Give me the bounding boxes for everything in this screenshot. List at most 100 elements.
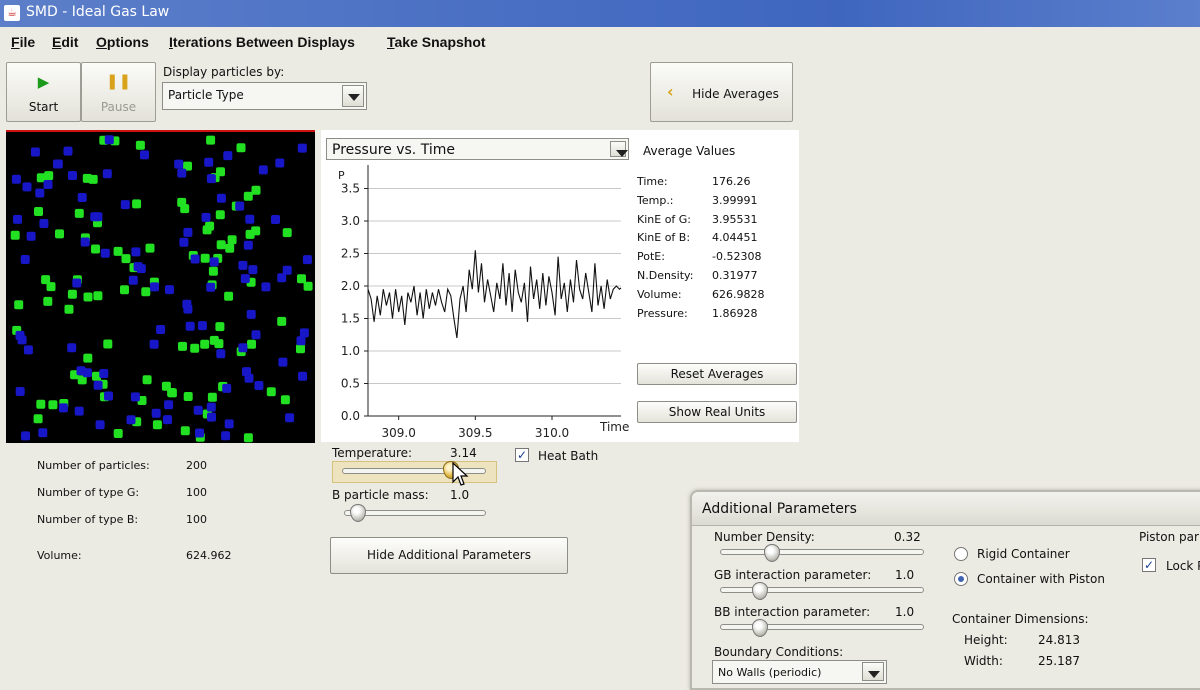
gb-interaction-slider[interactable] — [720, 587, 924, 593]
heat-bath-checkbox[interactable]: ✓ — [515, 448, 529, 462]
particle-type-b — [67, 343, 77, 353]
particle-type-g — [190, 343, 200, 353]
particles-layer — [10, 135, 313, 443]
reset-averages-button[interactable]: Reset Averages — [637, 363, 797, 385]
gb-interaction-value: 1.0 — [895, 568, 915, 582]
particle-type-b — [216, 349, 226, 359]
play-icon: ▶ — [37, 73, 50, 91]
particle-type-g — [243, 191, 253, 201]
piston-parameters-label: Piston par — [1139, 530, 1199, 544]
particle-type-b — [130, 392, 140, 402]
particle-type-b — [150, 282, 159, 292]
pause-button[interactable]: ❚❚ Pause — [81, 62, 156, 122]
particle-type-b — [120, 200, 130, 210]
particle-type-b — [197, 321, 207, 331]
window-title: SMD - Ideal Gas Law — [26, 4, 170, 20]
bb-interaction-label: BB interaction parameter: — [714, 605, 871, 619]
particle-type-b — [240, 274, 250, 284]
particle-type-b — [216, 193, 226, 203]
bb-interaction-value: 1.0 — [895, 605, 915, 619]
start-label: Start — [28, 100, 59, 114]
particle-simulation-canvas — [6, 130, 315, 443]
y-tick-label: 3.0 — [341, 214, 360, 228]
hide-averages-button[interactable]: ‹ Hide Averages — [650, 62, 793, 122]
boundary-conditions-value: No Walls (periodic) — [718, 666, 822, 679]
menu-iterations-between-displays[interactable]: Iterations Between Displays — [169, 34, 355, 50]
particle-type-g — [215, 210, 225, 220]
b-particle-mass-slider-thumb[interactable] — [350, 504, 367, 522]
particle-type-b — [183, 304, 193, 314]
particle-type-b — [164, 400, 174, 410]
menu-file[interactable]: File — [11, 34, 35, 50]
temperature-label: Temperature: — [332, 446, 413, 460]
stat-value: 100 — [186, 486, 207, 499]
start-button[interactable]: ▶ Start — [6, 62, 81, 122]
particle-type-b — [275, 158, 285, 168]
particle-type-g — [243, 433, 253, 443]
particle-type-b — [30, 147, 40, 157]
particle-type-g — [152, 420, 162, 430]
show-real-units-button[interactable]: Show Real Units — [637, 401, 797, 423]
number-density-value: 0.32 — [894, 530, 921, 544]
particle-type-b — [58, 403, 68, 413]
menu-options[interactable]: Options — [96, 34, 149, 50]
particle-type-g — [103, 339, 113, 349]
average-values-title: Average Values — [643, 144, 736, 158]
y-tick-label: 0.5 — [341, 377, 360, 391]
particle-type-b — [156, 325, 166, 334]
display-particles-by-label: Display particles by: — [163, 65, 285, 79]
boundary-conditions-label: Boundary Conditions: — [714, 645, 844, 659]
particle-type-b — [251, 330, 261, 340]
b-particle-mass-label: B particle mass: — [332, 488, 429, 502]
menu-edit[interactable]: Edit — [52, 34, 78, 50]
particle-type-b — [95, 420, 105, 430]
particle-type-g — [247, 339, 256, 349]
additional-parameters-window: Additional Parameters Number Density: 0.… — [690, 490, 1200, 690]
chart-panel: Pressure vs. Time 0.0 0.5 1.0 1.5 2.0 2.5 3.0 3… — [321, 130, 799, 442]
pause-icon: ❚❚ — [105, 72, 132, 90]
x-tick-label: 309.0 — [381, 426, 415, 440]
java-app-icon: ☕ — [4, 5, 20, 21]
display-particles-by-select[interactable]: Particle Type — [162, 82, 367, 110]
particle-type-g — [214, 339, 224, 349]
gb-interaction-label: GB interaction parameter: — [714, 568, 872, 582]
particle-type-g — [83, 353, 93, 363]
y-axis-label: P — [338, 169, 345, 182]
bb-interaction-slider[interactable] — [720, 624, 924, 630]
chart-type-select[interactable]: Pressure vs. Time — [326, 138, 629, 160]
gb-interaction-slider-thumb[interactable] — [752, 582, 768, 600]
particle-type-b — [163, 415, 172, 425]
average-value: 3.99991 — [712, 193, 758, 207]
average-label: Time: — [637, 175, 668, 188]
additional-parameters-title: Additional Parameters — [702, 501, 857, 517]
particle-type-b — [206, 282, 216, 292]
additional-parameters-header[interactable]: Additional Parameters — [692, 492, 1200, 526]
chevron-down-icon — [342, 85, 364, 107]
number-density-slider[interactable] — [720, 549, 924, 555]
number-density-slider-thumb[interactable] — [764, 544, 780, 562]
lock-piston-label: Lock P — [1166, 559, 1200, 573]
particle-type-g — [215, 322, 225, 332]
number-density-label: Number Density: — [714, 530, 815, 544]
menu-take-snapshot[interactable]: Take Snapshot — [387, 34, 486, 50]
chart-type-value: Pressure vs. Time — [332, 142, 455, 158]
lock-piston-checkbox[interactable]: ✓ — [1142, 558, 1156, 572]
particle-type-b — [43, 180, 53, 189]
particle-type-g — [93, 291, 103, 301]
height-label: Height: — [964, 633, 1008, 647]
particle-type-b — [190, 254, 200, 264]
particle-type-b — [22, 182, 32, 192]
bb-interaction-slider-thumb[interactable] — [752, 619, 768, 637]
particle-type-g — [282, 228, 292, 238]
particle-type-b — [235, 201, 245, 211]
particle-type-g — [64, 304, 74, 314]
boundary-conditions-select[interactable]: No Walls (periodic) — [712, 660, 887, 684]
particle-type-b — [185, 321, 195, 331]
particle-type-g — [10, 230, 20, 240]
particle-type-b — [207, 412, 216, 422]
particle-type-g — [88, 174, 98, 184]
container-with-piston-radio[interactable] — [954, 572, 968, 586]
rigid-container-radio[interactable] — [954, 547, 968, 561]
particle-type-g — [135, 140, 145, 150]
hide-additional-parameters-button[interactable]: Hide Additional Parameters — [330, 537, 568, 574]
